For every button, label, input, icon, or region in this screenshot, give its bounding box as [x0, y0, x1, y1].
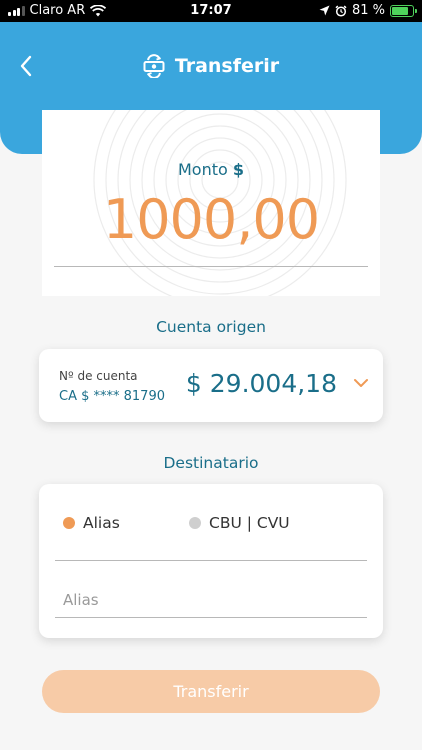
header-title-group: Transferir: [0, 54, 422, 78]
radio-alias-label: Alias: [83, 514, 120, 532]
amount-card: Monto $ 1000,00: [42, 110, 380, 296]
destination-section-label: Destinatario: [163, 454, 259, 472]
radio-alias[interactable]: Alias: [63, 514, 120, 532]
amount-label-text: Monto: [177, 160, 228, 179]
radio-selected-indicator: [63, 517, 75, 529]
status-right: 81 %: [319, 3, 417, 18]
location-icon: [319, 5, 330, 16]
origin-section-label: Cuenta origen: [156, 318, 266, 336]
transfer-button[interactable]: Transferir: [42, 670, 380, 713]
radio-unselected-indicator: [189, 517, 201, 529]
amount-value[interactable]: 1000,00: [42, 188, 380, 251]
account-number: CA $ **** 81790: [59, 389, 165, 404]
alias-input[interactable]: [55, 582, 367, 618]
alarm-icon: [335, 4, 347, 17]
page-title: Transferir: [174, 55, 280, 77]
battery-percent: 81 %: [351, 3, 385, 18]
account-balance: $ 29.004,18: [185, 369, 337, 398]
amount-underline: [54, 266, 368, 267]
battery-level-fill: [392, 6, 409, 15]
radio-cbu-cvu[interactable]: CBU | CVU: [189, 514, 290, 532]
battery-icon: [390, 4, 417, 17]
money-transfer-icon: [143, 54, 165, 78]
origin-account-selector[interactable]: Nº de cuenta CA $ **** 81790 $ 29.004,18: [39, 349, 383, 422]
radio-cbu-cvu-label: CBU | CVU: [209, 514, 290, 532]
destination-card: Alias CBU | CVU: [39, 484, 383, 638]
account-number-label: Nº de cuenta: [59, 369, 138, 383]
chevron-down-icon[interactable]: [353, 378, 369, 388]
status-bar: Claro AR 17:07 81 %: [0, 0, 422, 22]
amount-label: Monto $: [42, 160, 380, 179]
amount-currency: $: [232, 160, 245, 179]
options-divider: [55, 560, 367, 561]
